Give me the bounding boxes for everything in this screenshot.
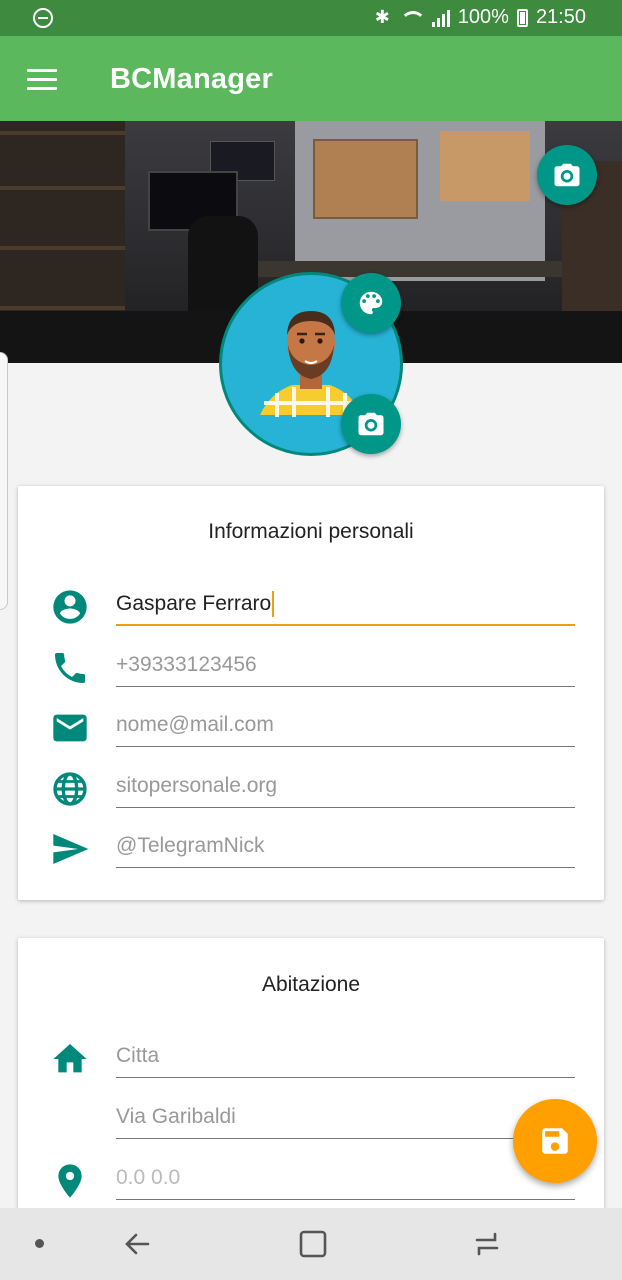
clock: 21:50: [535, 6, 586, 28]
globe-icon: [50, 769, 90, 809]
back-arrow-icon: [125, 1233, 150, 1255]
home-icon: [50, 1039, 90, 1079]
drawer-edge[interactable]: [0, 352, 8, 610]
telegram-field[interactable]: @TelegramNick: [116, 828, 575, 868]
name-value: Gaspare Ferraro: [116, 592, 272, 615]
battery-icon: [516, 8, 528, 27]
signal-icon: [431, 9, 450, 27]
city-row: Citta: [18, 1034, 604, 1084]
app-bar: BCManager: [0, 36, 622, 121]
personal-info-title: Informazioni personali: [208, 520, 414, 543]
location-pin-icon: [50, 1161, 90, 1201]
save-button[interactable]: [513, 1099, 597, 1183]
coordinates-field[interactable]: 0.0 0.0: [116, 1160, 575, 1200]
email-icon: [50, 708, 90, 748]
city-field[interactable]: Citta: [116, 1038, 575, 1078]
recents-button[interactable]: [467, 1226, 507, 1262]
camera-icon: [554, 163, 580, 187]
menu-icon[interactable]: [27, 69, 57, 91]
change-color-button[interactable]: [341, 273, 401, 333]
system-nav-bar: [0, 1208, 622, 1280]
personal-info-card: Informazioni personali Gaspare Ferraro +…: [18, 486, 604, 900]
coordinates-row: 0.0 0.0: [18, 1156, 604, 1206]
back-button[interactable]: [118, 1226, 158, 1262]
email-row: nome@mail.com: [18, 703, 604, 753]
phone-icon: [50, 648, 90, 688]
status-indicators: ✱ 100% 21:50: [375, 6, 586, 29]
telegram-row: @TelegramNick: [18, 824, 604, 874]
status-bar: ✱ 100% 21:50: [0, 0, 622, 36]
street-field[interactable]: Via Garibaldi: [116, 1099, 575, 1139]
phone-field[interactable]: +39333123456: [116, 647, 575, 687]
battery-percent: 100%: [457, 6, 509, 28]
save-icon: [542, 1128, 568, 1154]
home-card: Abitazione Citta Via Garibaldi 0.0 0.0: [18, 938, 604, 1238]
recents-icon: [475, 1232, 499, 1256]
account-circle-icon: [50, 587, 90, 627]
website-field[interactable]: sitopersonale.org: [116, 768, 575, 808]
change-cover-button[interactable]: [537, 145, 597, 205]
change-avatar-button[interactable]: [341, 394, 401, 454]
bluetooth-icon: ✱: [374, 7, 390, 27]
send-icon: [50, 829, 90, 869]
name-field[interactable]: Gaspare Ferraro: [116, 586, 575, 626]
home-nav-button[interactable]: [293, 1226, 333, 1262]
palette-icon: [359, 291, 383, 315]
home-title: Abitazione: [261, 973, 361, 996]
website-row: sitopersonale.org: [18, 764, 604, 814]
nav-dot-icon: [35, 1239, 44, 1248]
do-not-disturb-icon: [33, 8, 53, 28]
wifi-icon: [398, 9, 426, 27]
name-row: Gaspare Ferraro: [18, 582, 604, 632]
square-icon: [299, 1230, 327, 1258]
phone-row: +39333123456: [18, 643, 604, 693]
email-field[interactable]: nome@mail.com: [116, 707, 575, 747]
camera-icon: [358, 412, 384, 436]
app-title: BCManager: [110, 63, 273, 95]
